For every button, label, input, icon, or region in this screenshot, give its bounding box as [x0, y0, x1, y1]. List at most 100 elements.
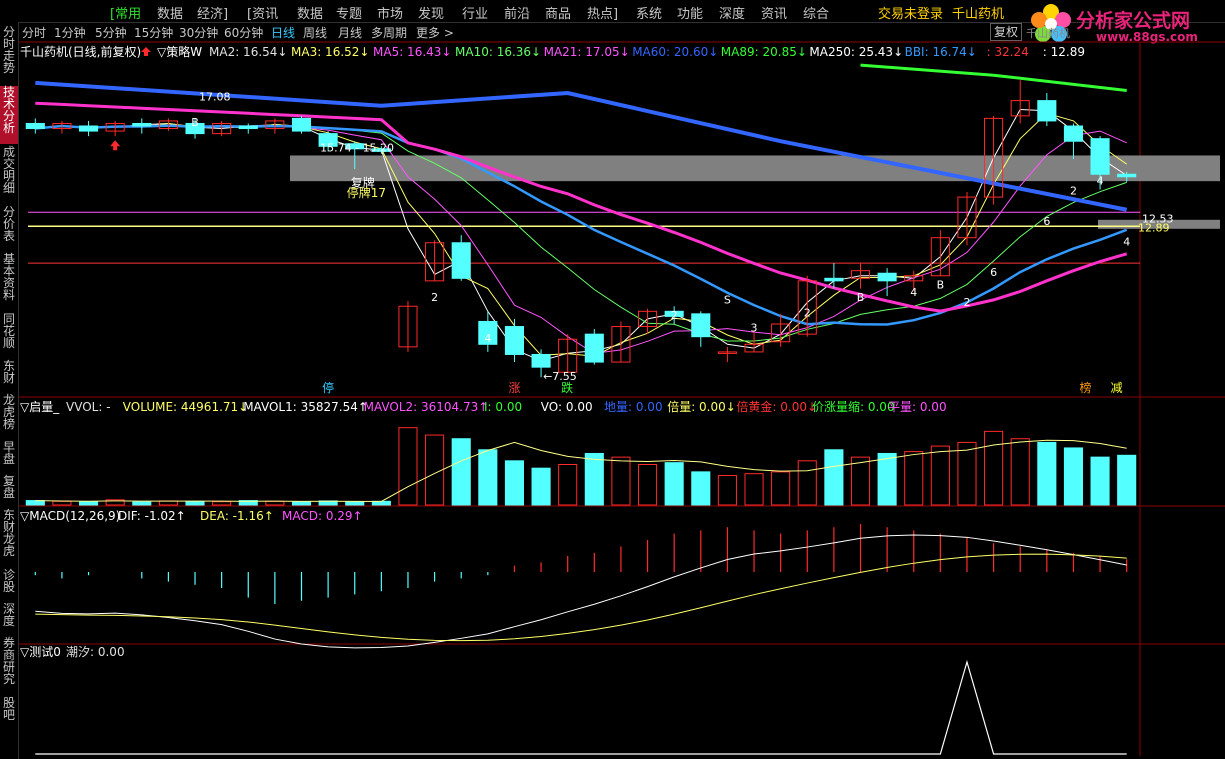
signal-number-label: B [191, 116, 199, 129]
candle-body[interactable] [1063, 125, 1084, 142]
volume-legend-item-9: 价涨量缩: 0.00 [812, 399, 895, 414]
price-legend-item-6: MA89: 20.85↓ [721, 45, 807, 59]
candle-body[interactable] [78, 125, 99, 132]
volume-bar[interactable] [1010, 438, 1030, 506]
signal-number-label: 2 [1070, 185, 1077, 198]
volume-bar[interactable] [1063, 447, 1084, 506]
volume-legend-item-3: MAVOL2: 36104.73↑ [364, 400, 489, 414]
volume-bar[interactable] [637, 464, 658, 506]
candle-body[interactable] [132, 122, 152, 127]
right-price-label-2: 12.89 [1138, 221, 1170, 234]
candle-body[interactable] [504, 326, 525, 355]
buy-arrow-icon [110, 140, 121, 151]
volume-bar[interactable] [345, 501, 365, 506]
volume-bar[interactable] [957, 441, 977, 506]
volume-bar[interactable] [132, 501, 152, 506]
range-label: 15.74 - 15.20 [320, 141, 394, 154]
volume-legend-item-0: VVOL: - [66, 400, 111, 414]
volume-bar[interactable] [531, 467, 551, 506]
signal-number-label: 6 [1043, 215, 1050, 228]
volume-bar[interactable] [1037, 441, 1057, 506]
candle-body[interactable] [238, 125, 258, 130]
ma-line-slow-pink [35, 101, 1128, 313]
price-legend-item-8: BBI: 16.74↓ [905, 45, 977, 59]
volume-bar[interactable] [265, 500, 285, 506]
candle-body[interactable] [531, 353, 551, 368]
volume-bar[interactable] [611, 456, 631, 506]
macd-legend-item-0: DIF: -1.02↑ [118, 509, 186, 523]
candle-body[interactable] [291, 117, 312, 132]
price-panel-title: 千山药机(日线,前复权) [20, 44, 141, 59]
volume-bar[interactable] [504, 460, 525, 506]
volume-bar[interactable] [478, 449, 498, 506]
signal-number-label: B [937, 278, 945, 291]
high-price-label: 17.08 [199, 91, 231, 104]
signal-number-label: 6 [990, 266, 997, 279]
event-marker-0: 停 [322, 380, 334, 395]
halt-label: 停牌17 [347, 185, 386, 200]
volume-legend-item-1: VOLUME: 44961.71↓ [123, 400, 248, 414]
test-legend-item-0: 潮汐: 0.00 [66, 644, 125, 659]
volume-bar[interactable] [558, 464, 578, 506]
price-legend-item-3: MA10: 16.36↓ [455, 45, 541, 59]
volume-legend-item-10: 平量: 0.00 [888, 400, 947, 414]
event-marker-2: 跌 [561, 380, 573, 395]
volume-bar[interactable] [584, 452, 604, 506]
candle-body[interactable] [1037, 100, 1057, 122]
signal-number-label: 2 [671, 309, 678, 322]
volume-legend-item-6: 地量: 0.00 [604, 400, 663, 414]
volume-bar[interactable] [451, 438, 471, 506]
volume-bar[interactable] [984, 430, 1004, 506]
volume-bar[interactable] [212, 501, 232, 506]
test-panel-title: ▽测试0 [20, 644, 61, 659]
signal-number-label: 2 [963, 296, 970, 309]
volume-legend-item-2: MAVOL1: 35827.54↑ [243, 400, 368, 414]
candle-body[interactable] [1117, 173, 1137, 178]
signal-number-label: 3 [751, 322, 758, 335]
candle-body[interactable] [451, 242, 471, 279]
volume-bar[interactable] [904, 451, 924, 506]
price-legend-item-7: MA250: 25.43↓ [809, 45, 903, 59]
price-legend-item-4: MA21: 17.05↓ [544, 45, 630, 59]
signal-number-label: B [857, 291, 865, 304]
strategy-name: ▽策略W [157, 44, 202, 59]
volume-bar[interactable] [744, 473, 764, 506]
volume-bar[interactable] [52, 500, 72, 506]
macd-dif-line [35, 534, 1127, 649]
candle-body[interactable] [691, 313, 711, 338]
volume-legend-item-8: 倍黄金: 0.00↓ [736, 399, 817, 414]
volume-bar[interactable] [797, 460, 817, 506]
volume-bar[interactable] [877, 452, 897, 506]
volume-bar[interactable] [398, 427, 418, 506]
candle-body[interactable] [584, 333, 604, 363]
tide-line [35, 659, 1127, 755]
volume-bar[interactable] [824, 449, 844, 506]
volume-legend-item-5: VO: 0.00 [541, 400, 593, 414]
price-legend-item-0: MA2: 16.54↓ [209, 45, 287, 59]
volume-bar[interactable] [78, 501, 99, 506]
volume-bar[interactable] [717, 475, 737, 506]
chart-canvas[interactable]: 17.0815.74 - 15.20复牌停牌17←7.5512.5312.89B… [0, 0, 1225, 759]
volume-bar[interactable] [25, 500, 45, 506]
volume-legend-item-7: 倍量: 0.00↓ [667, 399, 736, 414]
candle-body[interactable] [1090, 138, 1110, 175]
volume-bar[interactable] [850, 456, 871, 506]
volume-bar[interactable] [1117, 454, 1137, 506]
candle-body[interactable] [824, 277, 844, 282]
volume-bar[interactable] [930, 445, 950, 506]
event-marker-1: 涨 [508, 380, 520, 395]
signal-number-label: 4 [1097, 174, 1104, 187]
signal-number-label: S [724, 294, 731, 307]
ma-line-3 [35, 112, 1127, 357]
volume-bar[interactable] [185, 500, 205, 506]
volume-bar[interactable] [691, 471, 711, 506]
volume-bar[interactable] [1090, 456, 1110, 506]
ma-line-2 [35, 108, 1127, 362]
event-marker-4: 减 [1111, 381, 1123, 395]
volume-bar[interactable] [771, 471, 791, 506]
candle-body[interactable] [877, 272, 897, 282]
candle-body[interactable] [25, 122, 45, 130]
macd-legend-item-1: DEA: -1.16↑ [200, 509, 274, 523]
volume-bar[interactable] [664, 462, 684, 506]
volume-bar[interactable] [291, 501, 312, 506]
